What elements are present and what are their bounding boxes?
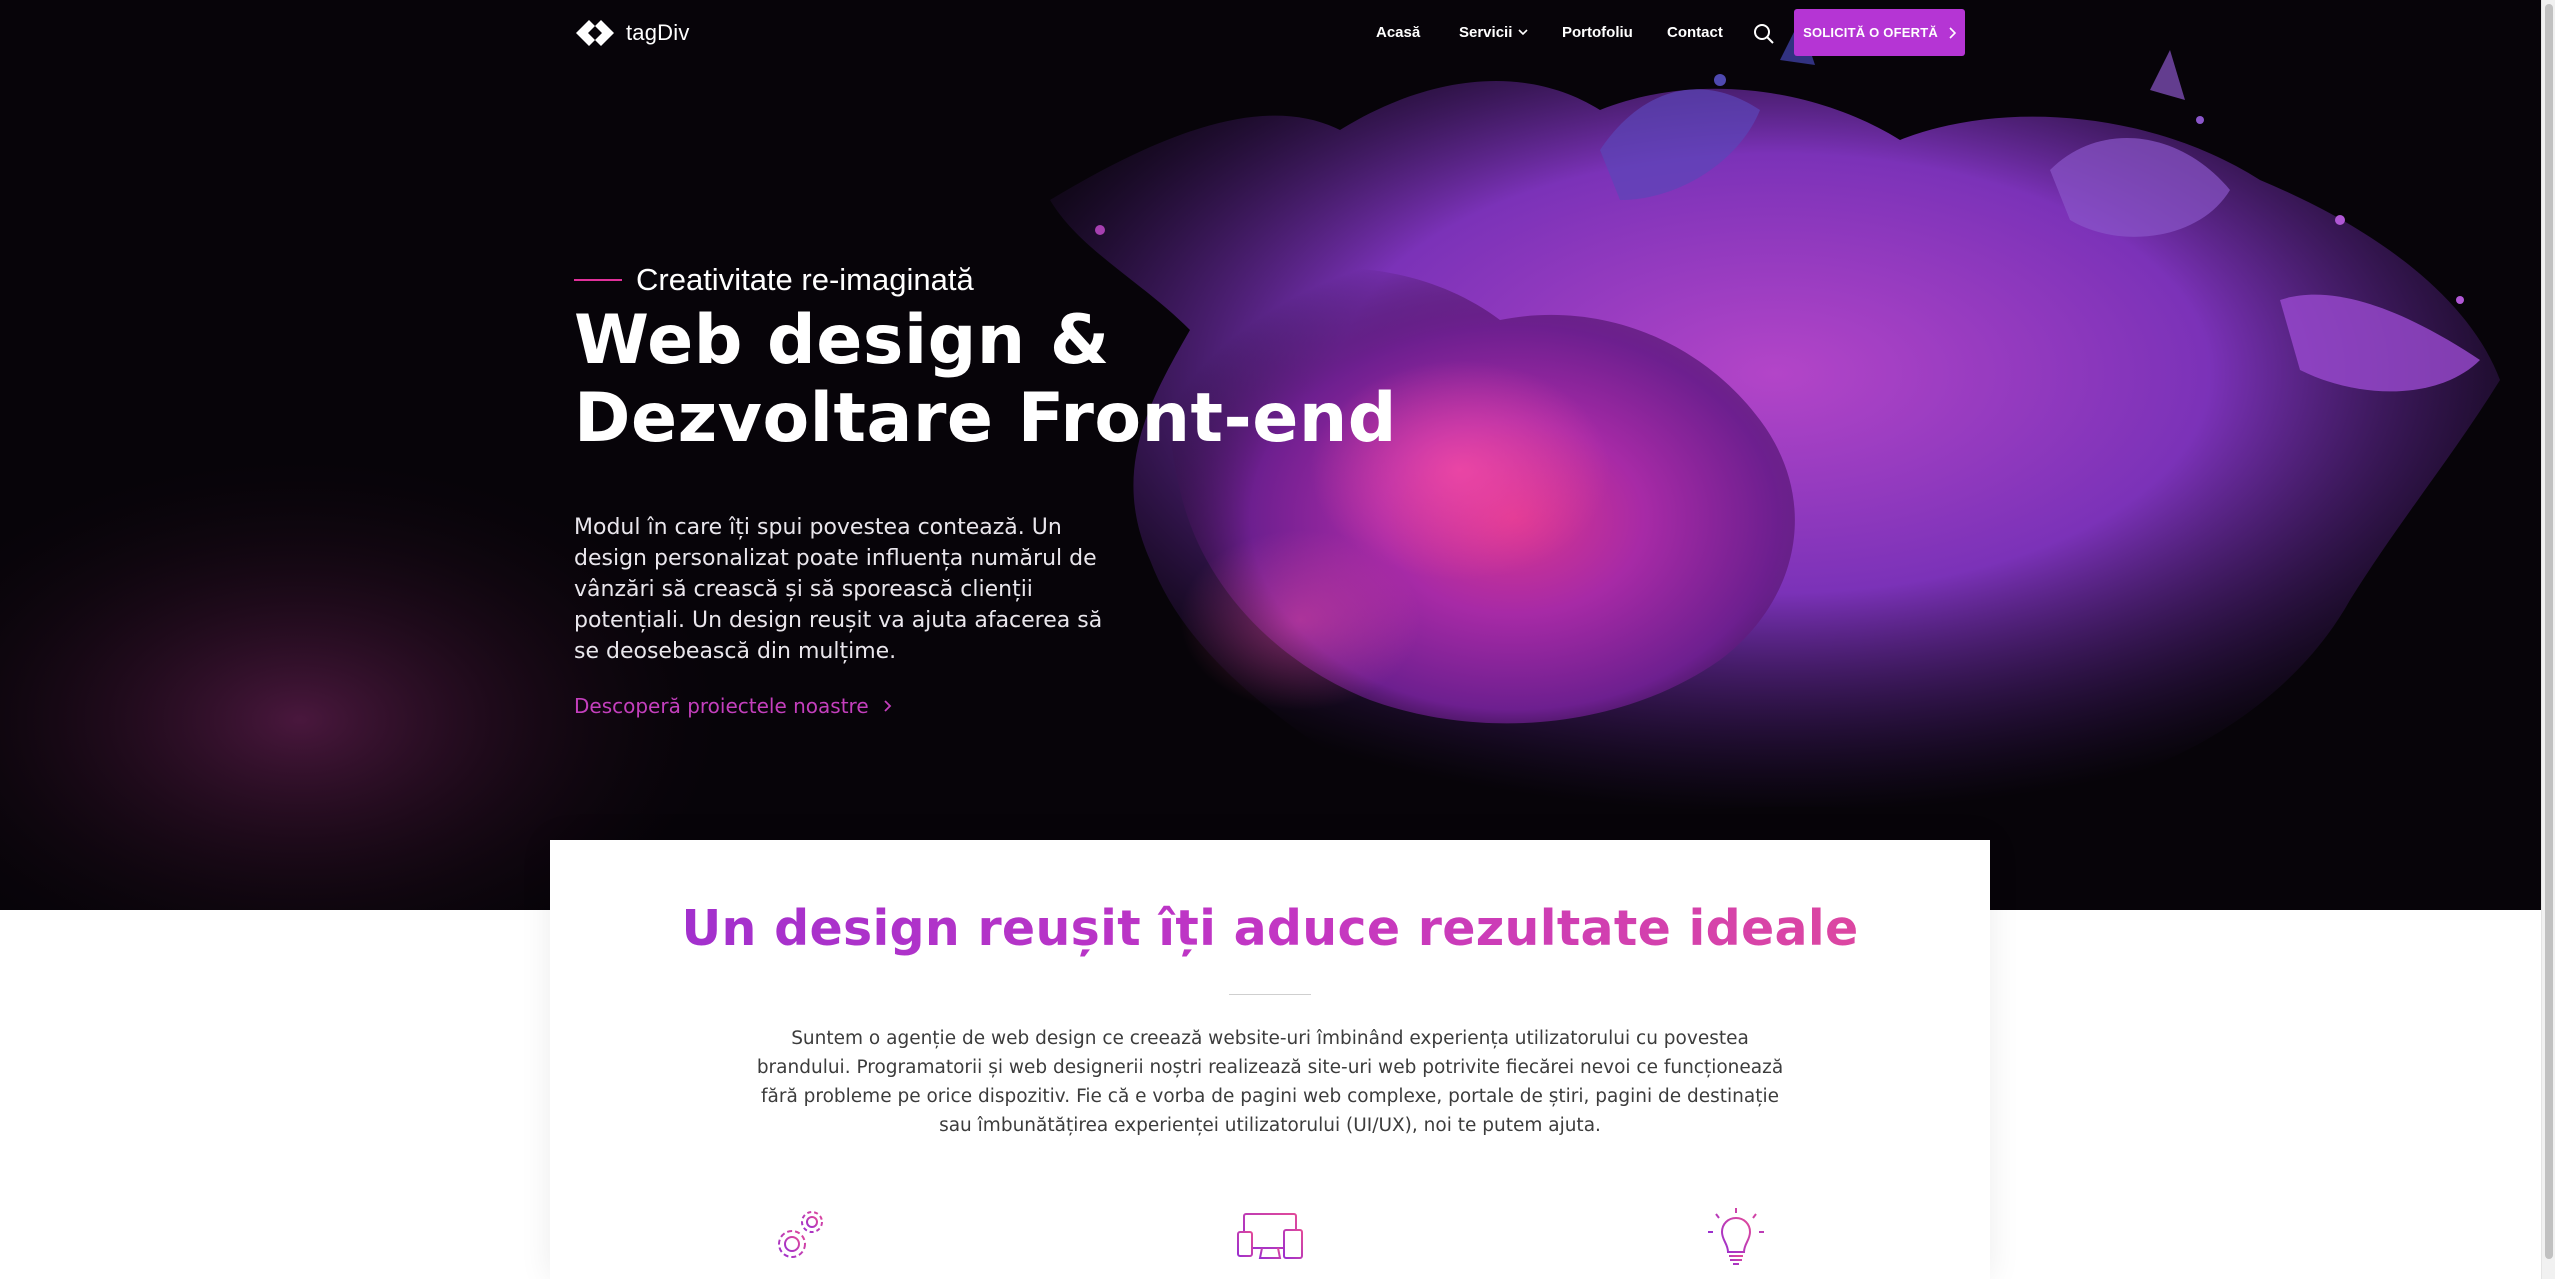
hero-section: tagDiv Acasă Servicii Portofoliu Contact… <box>0 0 2541 910</box>
hero-description: Modul în care îți spui povestea contează… <box>574 515 1103 664</box>
nav-item-contact[interactable]: Contact <box>1667 24 1723 41</box>
intro-card: Un design reușit îți aduce rezultate ide… <box>550 840 1990 1279</box>
hero-title: Web design & Dezvoltare Front-end <box>574 302 1474 458</box>
nav-item-label: Servicii <box>1459 23 1513 41</box>
tagline-divider <box>574 279 622 281</box>
gears-icon <box>778 1211 823 1258</box>
lightbulb-icon <box>1708 1208 1764 1265</box>
search-icon[interactable] <box>1752 22 1776 46</box>
chevron-down-icon <box>1518 29 1528 36</box>
intro-text: Suntem o agenție de web design ce creeaz… <box>756 1028 1784 1136</box>
scrollbar-thumb[interactable] <box>2545 4 2553 1259</box>
hero-title-line-1: Web design & <box>574 301 1110 380</box>
intro-title: Un design reușit îți aduce rezultate ide… <box>550 900 1990 957</box>
chevron-right-icon <box>884 700 891 712</box>
projects-link-label: Descoperă proiectele noastre <box>574 694 869 718</box>
logo[interactable]: tagDiv <box>574 14 690 52</box>
tagline-row: Creativitate re-imaginată <box>574 262 974 298</box>
chevron-right-icon <box>1949 26 1956 39</box>
logo-icon <box>576 20 614 46</box>
intro-divider <box>1229 994 1311 995</box>
request-offer-button[interactable]: SOLICITĂ O OFERTĂ <box>1794 9 1965 56</box>
hero-title-line-2: Dezvoltare Front-end <box>574 379 1397 458</box>
nav-item-portofoliu[interactable]: Portofoliu <box>1562 24 1633 41</box>
logo-text: tagDiv <box>626 20 690 45</box>
scrollbar[interactable] <box>2541 0 2555 1279</box>
request-offer-label: SOLICITĂ O OFERTĂ <box>1803 25 1938 40</box>
devices-icon <box>1237 1213 1303 1259</box>
hero-tagline: Creativitate re-imaginată <box>636 262 974 297</box>
nav-item-servicii[interactable]: Servicii <box>1459 24 1528 41</box>
projects-link[interactable]: Descoperă proiectele noastre <box>574 694 892 718</box>
nav-item-acasa[interactable]: Acasă <box>1376 24 1420 41</box>
